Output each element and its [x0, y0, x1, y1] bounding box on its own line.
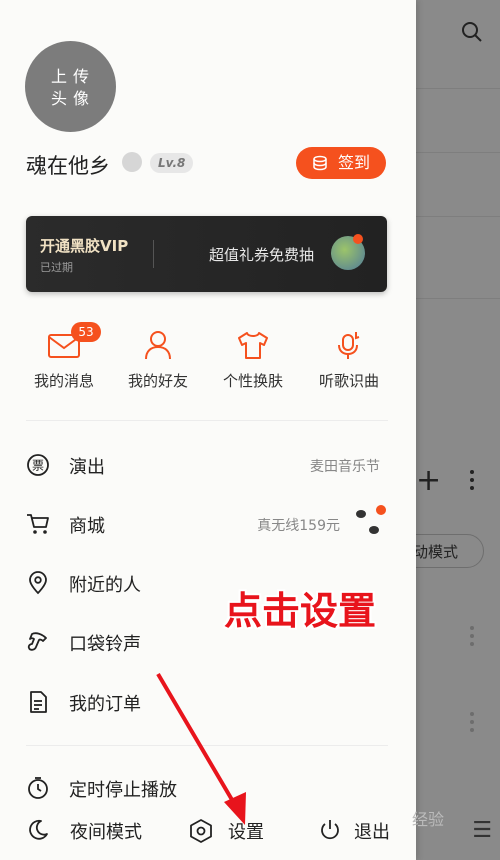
- night-mode-label: 夜间模式: [70, 822, 142, 843]
- instruction-annotation: 点击设置: [224, 589, 377, 633]
- menu-lines-icon[interactable]: ☰: [472, 818, 492, 843]
- vip-status: 已过期: [40, 261, 73, 274]
- more-icon[interactable]: [469, 712, 475, 736]
- mic-music-icon: [338, 332, 360, 359]
- add-icon[interactable]: +: [416, 466, 441, 496]
- exit-label: 退出: [354, 822, 390, 843]
- quick-action-label: 听歌识曲: [318, 372, 379, 390]
- quick-action-label: 我的好友: [127, 372, 188, 390]
- vip-badge-icon[interactable]: [122, 152, 142, 172]
- background-divider: [416, 152, 500, 153]
- menu-item-store[interactable]: 商城 真无线159元: [26, 504, 386, 544]
- quick-action-messages[interactable]: 53 我的消息: [19, 322, 109, 391]
- vip-divider: [153, 240, 154, 268]
- avatar-text-line2: 头像: [50, 89, 95, 108]
- vip-promo: 超值礼券免费抽: [209, 246, 315, 264]
- cart-icon: [27, 514, 49, 534]
- exit-button[interactable]: 退出: [318, 816, 408, 844]
- vip-card[interactable]: 开通黑胶VIP 已过期 超值礼券免费抽: [26, 216, 387, 292]
- ticket-icon: 票: [27, 454, 49, 476]
- order-doc-icon: [30, 691, 47, 713]
- quick-action-skin[interactable]: 个性换肤: [208, 330, 298, 391]
- background-divider: [416, 298, 500, 299]
- night-mode-button[interactable]: 夜间模式: [26, 816, 156, 844]
- unread-badge: 53: [71, 322, 101, 342]
- menu-item-hint: 真无线159元: [257, 518, 340, 534]
- quick-action-label: 个性换肤: [222, 372, 283, 390]
- vip-title: 开通黑胶VIP: [40, 237, 129, 255]
- checkin-button[interactable]: 签到: [296, 147, 386, 179]
- more-icon[interactable]: [469, 626, 475, 650]
- avatar-text-line1: 上传: [50, 67, 95, 86]
- background-chip-label: 动模式: [413, 543, 459, 561]
- menu-item-label: 我的订单: [69, 694, 141, 715]
- more-icon[interactable]: [469, 470, 475, 494]
- background-divider: [416, 88, 500, 89]
- person-icon: [145, 331, 171, 360]
- watermark: 经验: [412, 810, 445, 829]
- quick-action-recognize[interactable]: 听歌识曲: [304, 330, 394, 391]
- menu-item-label: 商城: [69, 516, 105, 537]
- red-arrow-icon: [156, 672, 246, 825]
- background-divider: [416, 216, 500, 217]
- menu-item-hint: 麦田音乐节: [310, 459, 380, 475]
- username[interactable]: 魂在他乡: [26, 150, 110, 180]
- timer-icon: [28, 777, 48, 799]
- search-icon[interactable]: [460, 20, 484, 44]
- quick-action-friends[interactable]: 我的好友: [113, 330, 203, 391]
- svg-text:票: 票: [32, 459, 44, 473]
- tshirt-icon: [238, 332, 268, 359]
- divider: [26, 420, 388, 421]
- checkin-label: 签到: [338, 153, 371, 172]
- avatar-upload[interactable]: 上传 头像: [25, 41, 116, 132]
- ringtone-icon: [27, 632, 47, 651]
- quick-action-label: 我的消息: [33, 372, 94, 390]
- level-badge[interactable]: Lv.8: [150, 153, 194, 173]
- notification-dot: [353, 234, 363, 244]
- earbuds-icon: [356, 505, 386, 534]
- location-pin-icon: [29, 571, 47, 595]
- menu-item-label: 附近的人: [69, 575, 141, 596]
- menu-item-shows[interactable]: 票 演出 麦田音乐节: [26, 445, 386, 485]
- menu-item-label: 演出: [69, 457, 105, 478]
- coins-icon: [313, 155, 327, 171]
- menu-item-label: 口袋铃声: [69, 634, 141, 655]
- power-icon: [321, 820, 339, 840]
- moon-icon: [29, 819, 48, 840]
